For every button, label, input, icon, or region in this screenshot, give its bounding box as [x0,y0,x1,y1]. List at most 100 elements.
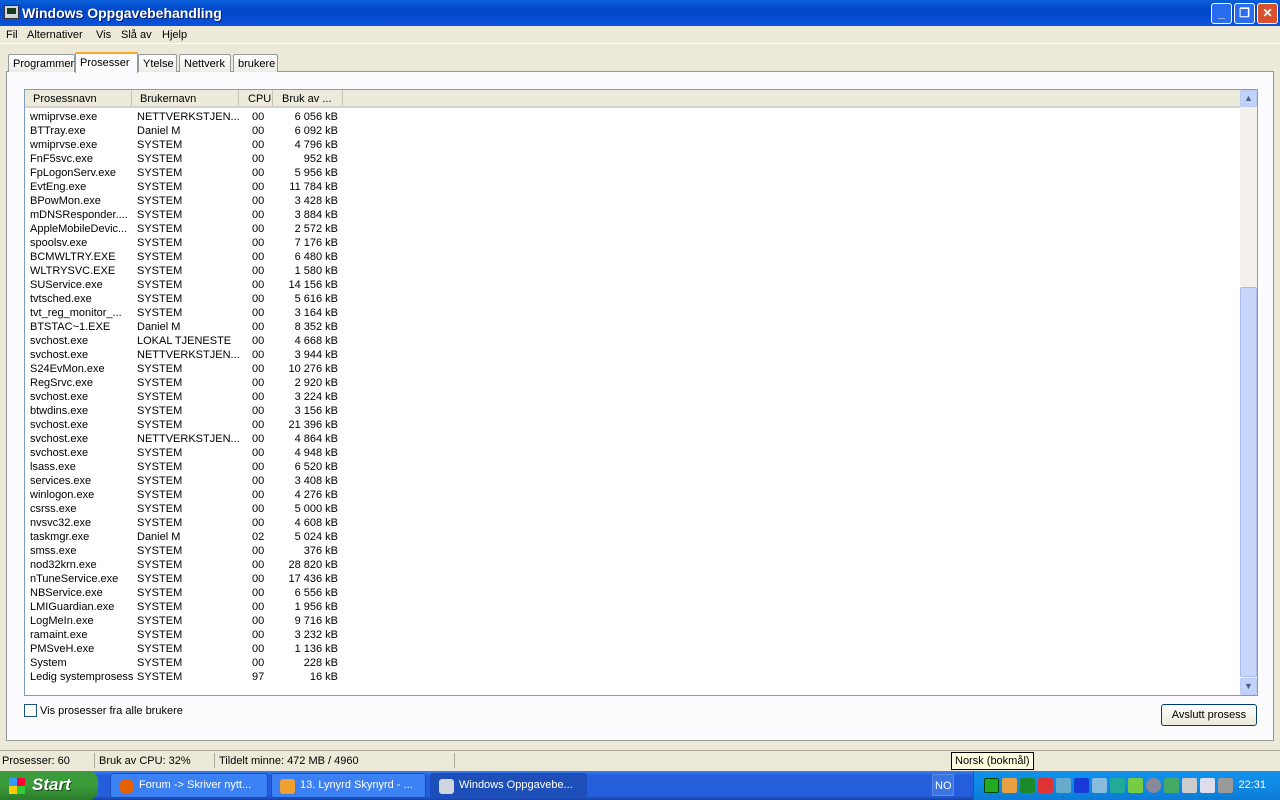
process-row[interactable]: nTuneService.exe SYSTEM 00 17 436 kB [25,573,1239,587]
process-row[interactable]: wmiprvse.exe NETTVERKSTJEN... 00 6 056 kB [25,111,1239,125]
process-cpu: 00 [252,559,265,571]
column-memory[interactable]: Bruk av ... [273,90,343,106]
process-user: SYSTEM [137,363,183,375]
process-row[interactable]: BTTray.exe Daniel M 00 6 092 kB [25,125,1239,139]
process-row[interactable]: ramaint.exe SYSTEM 00 3 232 kB [25,629,1239,643]
taskbar-button-firefox[interactable]: Forum -> Skriver nytt... [110,773,268,798]
process-row[interactable]: BPowMon.exe SYSTEM 00 3 428 kB [25,195,1239,209]
menu-fil[interactable]: Fil [6,29,18,41]
show-all-users-checkbox[interactable] [24,704,37,717]
process-cpu: 00 [252,139,265,151]
cpu-meter-icon[interactable] [984,778,999,793]
column-cpu[interactable]: CPU [239,90,273,106]
tray-sync-icon[interactable] [1110,778,1125,793]
menu-alternativer[interactable]: Alternativer [27,29,83,41]
tray-app-icon[interactable] [1002,778,1017,793]
process-row[interactable]: PMSveH.exe SYSTEM 00 1 136 kB [25,643,1239,657]
column-header: Prosessnavn Brukernavn CPU Bruk av ... [25,90,1240,108]
scroll-down-button[interactable]: ▼ [1240,678,1257,695]
process-row[interactable]: svchost.exe SYSTEM 00 4 948 kB [25,447,1239,461]
column-brukernavn[interactable]: Brukernavn [132,90,239,106]
process-row[interactable]: tvt_reg_monitor_... SYSTEM 00 3 164 kB [25,307,1239,321]
process-row[interactable]: svchost.exe SYSTEM 00 21 396 kB [25,419,1239,433]
tray-dots-icon[interactable] [1200,778,1215,793]
nvidia-icon[interactable] [1128,778,1143,793]
safely-remove-icon[interactable] [1182,778,1197,793]
menu-hjelp[interactable]: Hjelp [162,29,187,41]
tab-programmer[interactable]: Programmer [8,54,75,72]
process-name: BPowMon.exe [30,195,101,207]
vertical-scrollbar[interactable]: ▲ ▼ [1240,90,1257,695]
process-row[interactable]: RegSrvc.exe SYSTEM 00 2 920 kB [25,377,1239,391]
process-cpu: 00 [252,181,265,193]
tray-device-icon[interactable] [1164,778,1179,793]
process-user: SYSTEM [137,181,183,193]
process-row[interactable]: btwdins.exe SYSTEM 00 3 156 kB [25,405,1239,419]
process-row[interactable]: mDNSResponder.... SYSTEM 00 3 884 kB [25,209,1239,223]
process-row[interactable]: svchost.exe LOKAL TJENESTE 00 4 668 kB [25,335,1239,349]
start-button[interactable]: Start [0,771,98,800]
column-prosessnavn[interactable]: Prosessnavn [25,90,132,106]
process-row[interactable]: EvtEng.exe SYSTEM 00 11 784 kB [25,181,1239,195]
process-row[interactable]: NBService.exe SYSTEM 00 6 556 kB [25,587,1239,601]
process-name: wmiprvse.exe [30,139,98,151]
network-icon[interactable] [1218,778,1233,793]
process-user: Daniel M [137,321,181,333]
wireless-icon[interactable] [1092,778,1107,793]
process-row[interactable]: services.exe SYSTEM 00 3 408 kB [25,475,1239,489]
process-row[interactable]: wmiprvse.exe SYSTEM 00 4 796 kB [25,139,1239,153]
process-row[interactable]: svchost.exe NETTVERKSTJEN... 00 3 944 kB [25,349,1239,363]
scroll-up-button[interactable]: ▲ [1240,90,1257,107]
tab-prosesser[interactable]: Prosesser [75,52,138,73]
process-row[interactable]: tvtsched.exe SYSTEM 00 5 616 kB [25,293,1239,307]
process-name: RegSrvc.exe [30,377,93,389]
tab-ytelse[interactable]: Ytelse [138,54,177,72]
process-row[interactable]: lsass.exe SYSTEM 00 6 520 kB [25,461,1239,475]
process-cpu: 00 [252,517,265,529]
process-row[interactable]: BTSTAC~1.EXE Daniel M 00 8 352 kB [25,321,1239,335]
close-button[interactable]: ✕ [1257,3,1278,24]
show-all-users-label[interactable]: Vis prosesser fra alle brukere [40,705,183,717]
menu-sla-av[interactable]: Slå av [121,29,152,41]
process-row[interactable]: winlogon.exe SYSTEM 00 4 276 kB [25,489,1239,503]
process-row[interactable]: svchost.exe SYSTEM 00 3 224 kB [25,391,1239,405]
process-row[interactable]: FpLogonServ.exe SYSTEM 00 5 956 kB [25,167,1239,181]
menu-vis[interactable]: Vis [96,29,111,41]
process-row[interactable]: nvsvc32.exe SYSTEM 00 4 608 kB [25,517,1239,531]
process-row[interactable]: FnF5svc.exe SYSTEM 00 952 kB [25,153,1239,167]
process-cpu: 00 [252,587,265,599]
process-row[interactable]: BCMWLTRY.EXE SYSTEM 00 6 480 kB [25,251,1239,265]
process-memory: 6 556 kB [294,587,338,599]
taskbar-button-task-manager[interactable]: Windows Oppgavebe... [430,773,587,798]
process-row[interactable]: LogMeIn.exe SYSTEM 00 9 716 kB [25,615,1239,629]
tray-disc-icon[interactable] [1146,778,1161,793]
process-row[interactable]: spoolsv.exe SYSTEM 00 7 176 kB [25,237,1239,251]
process-cpu: 00 [252,293,265,305]
process-row[interactable]: svchost.exe NETTVERKSTJEN... 00 4 864 kB [25,433,1239,447]
language-indicator[interactable]: NO [932,774,954,796]
process-row[interactable]: LMIGuardian.exe SYSTEM 00 1 956 kB [25,601,1239,615]
minimize-button[interactable]: _ [1211,3,1232,24]
process-row[interactable]: System SYSTEM 00 228 kB [25,657,1239,671]
bluetooth-icon[interactable] [1074,778,1089,793]
process-row[interactable]: Ledig systemprosess SYSTEM 97 16 kB [25,671,1239,685]
process-row[interactable]: AppleMobileDevic... SYSTEM 00 2 572 kB [25,223,1239,237]
taskbar-button-music[interactable]: 13. Lynyrd Skynyrd - ... [271,773,426,798]
process-row[interactable]: csrss.exe SYSTEM 00 5 000 kB [25,503,1239,517]
network-error-icon[interactable] [1056,778,1071,793]
tab-brukere[interactable]: brukere [233,54,278,72]
maximize-button[interactable]: ❐ [1234,3,1255,24]
tab-nettverk[interactable]: Nettverk [179,54,231,72]
process-user: SYSTEM [137,167,183,179]
process-row[interactable]: S24EvMon.exe SYSTEM 00 10 276 kB [25,363,1239,377]
utorrent-icon[interactable] [1020,778,1035,793]
scroll-thumb[interactable] [1240,287,1257,677]
process-row[interactable]: taskmgr.exe Daniel M 02 5 024 kB [25,531,1239,545]
end-process-button[interactable]: Avslutt prosess [1161,704,1257,726]
process-row[interactable]: nod32krn.exe SYSTEM 00 28 820 kB [25,559,1239,573]
process-name: svchost.exe [30,335,89,347]
volume-icon[interactable] [1038,778,1053,793]
process-row[interactable]: WLTRYSVC.EXE SYSTEM 00 1 580 kB [25,265,1239,279]
process-row[interactable]: SUService.exe SYSTEM 00 14 156 kB [25,279,1239,293]
process-row[interactable]: smss.exe SYSTEM 00 376 kB [25,545,1239,559]
